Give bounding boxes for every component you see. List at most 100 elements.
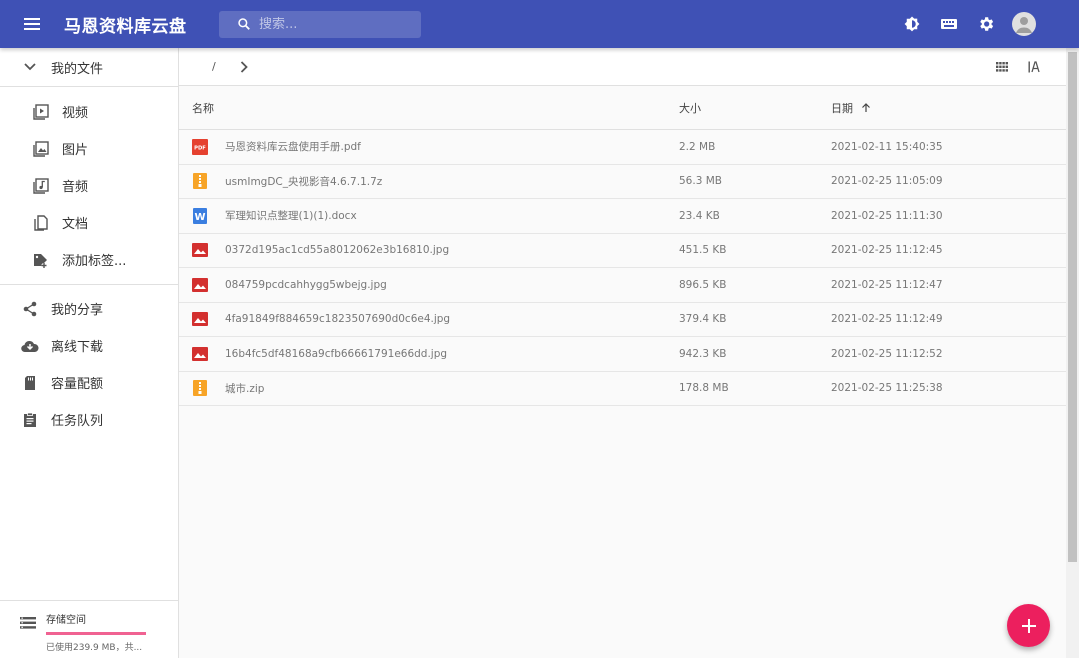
navigator-toolbar: / xyxy=(179,48,1066,86)
image-file-icon xyxy=(192,346,208,362)
column-size-header[interactable]: 大小 xyxy=(679,100,831,116)
menu-button[interactable] xyxy=(0,0,64,48)
table-row[interactable]: 0372d195ac1cd55a8012062e3b16810.jpg 451.5… xyxy=(179,234,1066,268)
storage-detail: 已使用239.9 MB，共... xyxy=(46,643,143,653)
column-date-label: 日期 xyxy=(831,101,853,115)
sort-alpha-icon xyxy=(1028,61,1040,73)
storage-title: 存储空间 xyxy=(46,615,86,626)
file-date: 2021-02-25 11:12:45 xyxy=(831,244,943,257)
file-date: 2021-02-25 11:05:09 xyxy=(831,175,943,188)
file-name: 军理知识点整理(1)(1).docx xyxy=(225,210,357,223)
audio-icon xyxy=(29,177,53,194)
sidebar-item-audio[interactable]: 音频 xyxy=(0,167,178,204)
sidebar: 我的文件 视频 图片 音频 文档 添加标签... 我的分享 离线下载 容量配额 … xyxy=(0,48,179,658)
clipboard-icon xyxy=(18,412,42,428)
table-header: 名称 大小 日期 xyxy=(179,86,1066,130)
tag-add-icon xyxy=(29,252,53,268)
table-row[interactable]: W 军理知识点整理(1)(1).docx 23.4 KB 2021-02-25 11:… xyxy=(179,199,1066,234)
file-name: 城市.zip xyxy=(225,382,265,395)
image-file-icon xyxy=(192,242,208,258)
storage-progress-bar xyxy=(46,632,146,635)
avatar xyxy=(1011,12,1036,36)
file-name-cell: PDF 马恩资料库云盘使用手册.pdf xyxy=(179,138,679,155)
search-box[interactable] xyxy=(219,10,421,38)
file-date: 2021-02-25 11:12:47 xyxy=(831,278,943,291)
file-size: 379.4 KB xyxy=(679,313,727,326)
plus-icon xyxy=(1021,618,1036,633)
sidebar-item-image[interactable]: 图片 xyxy=(0,130,178,167)
keyboard-icon xyxy=(940,19,957,29)
grid-view-button[interactable] xyxy=(986,62,1018,72)
cloud-download-icon xyxy=(18,339,42,353)
settings-button[interactable] xyxy=(967,0,1004,48)
scrollbar[interactable] xyxy=(1066,48,1079,658)
file-name-cell: 16b4fc5df48168a9cfb66661791e66dd.jpg xyxy=(179,346,679,362)
account-button[interactable] xyxy=(1004,0,1041,48)
sidebar-item-video[interactable]: 视频 xyxy=(0,93,178,130)
image-file-icon xyxy=(192,277,208,293)
video-icon xyxy=(29,103,53,120)
column-date-header[interactable]: 日期 xyxy=(831,100,1066,116)
sidebar-item-document[interactable]: 文档 xyxy=(0,204,178,241)
image-icon xyxy=(29,140,53,157)
file-date: 2021-02-25 11:25:38 xyxy=(831,382,943,395)
file-size: 178.8 MB xyxy=(679,382,729,395)
sidebar-item-offline-download[interactable]: 离线下载 xyxy=(0,327,178,364)
file-size: 2.2 MB xyxy=(679,140,716,153)
word-file-icon: W xyxy=(192,207,208,224)
chevron-right-icon[interactable] xyxy=(240,60,248,73)
sidebar-item-my-share[interactable]: 我的分享 xyxy=(0,290,178,327)
file-name: 马恩资料库云盘使用手册.pdf xyxy=(225,141,361,154)
chevron-down-icon[interactable] xyxy=(18,63,42,71)
sidebar-item-task-queue[interactable]: 任务队列 xyxy=(0,401,178,438)
file-table: 名称 大小 日期 PDF 马恩资料库云盘使用手册.pdf 2.2 MB 2021-02… xyxy=(179,86,1066,406)
file-name-cell: 084759pcdcahhygg5wbejg.jpg xyxy=(179,277,679,293)
table-row[interactable]: usmImgDC_央视影音4.6.7.1.7z 56.3 MB 2021-02-25… xyxy=(179,165,1066,199)
theme-toggle-button[interactable] xyxy=(893,0,930,48)
menu-icon xyxy=(24,18,40,30)
table-row[interactable]: 4fa91849f884659c1823507690d0c6e4.jpg 379.… xyxy=(179,303,1066,337)
sidebar-item-label: 我的文件 xyxy=(51,61,104,77)
storage-icon xyxy=(20,617,36,629)
file-name: 084759pcdcahhygg5wbejg.jpg xyxy=(225,278,387,291)
grid-view-icon xyxy=(996,62,1008,72)
sidebar-item-quota[interactable]: 容量配额 xyxy=(0,364,178,401)
add-button[interactable] xyxy=(1007,604,1050,647)
gear-icon xyxy=(979,17,993,31)
document-icon xyxy=(29,214,53,231)
sidebar-item-add-tag[interactable]: 添加标签... xyxy=(0,241,178,278)
table-body: PDF 马恩资料库云盘使用手册.pdf 2.2 MB 2021-02-11 15:40… xyxy=(179,130,1066,406)
file-name: 0372d195ac1cd55a8012062e3b16810.jpg xyxy=(225,244,450,257)
file-size: 896.5 KB xyxy=(679,278,727,291)
table-row[interactable]: 16b4fc5df48168a9cfb66661791e66dd.jpg 942.… xyxy=(179,337,1066,372)
sidebar-item-label: 我的分享 xyxy=(51,303,104,318)
archive-file-icon xyxy=(192,173,208,190)
file-date: 2021-02-25 11:12:52 xyxy=(831,347,943,360)
search-input[interactable] xyxy=(259,16,409,32)
table-row[interactable]: 城市.zip 178.8 MB 2021-02-25 11:25:38 xyxy=(179,372,1066,406)
file-name: 4fa91849f884659c1823507690d0c6e4.jpg xyxy=(225,313,451,326)
image-file-icon xyxy=(192,311,208,327)
sidebar-item-my-files[interactable]: 我的文件 xyxy=(0,48,178,86)
sidebar-item-label: 视频 xyxy=(62,106,89,121)
breadcrumb-root[interactable]: / xyxy=(212,60,216,73)
pdf-file-icon: PDF xyxy=(192,138,208,155)
sidebar-item-label: 任务队列 xyxy=(51,414,104,429)
file-name-cell: 城市.zip xyxy=(179,380,679,397)
scrollbar-thumb[interactable] xyxy=(1068,52,1077,562)
sort-button[interactable] xyxy=(1018,61,1050,73)
sidebar-item-label: 文档 xyxy=(62,217,89,232)
svg-text:W: W xyxy=(194,212,205,223)
file-size: 23.4 KB xyxy=(679,209,720,222)
table-row[interactable]: PDF 马恩资料库云盘使用手册.pdf 2.2 MB 2021-02-11 15:40… xyxy=(179,130,1066,165)
file-size: 942.3 KB xyxy=(679,347,727,360)
table-row[interactable]: 084759pcdcahhygg5wbejg.jpg 896.5 KB 2021-0… xyxy=(179,268,1066,303)
column-name-header[interactable]: 名称 xyxy=(179,100,679,116)
file-name: usmImgDC_央视影音4.6.7.1.7z xyxy=(225,175,383,188)
sidebar-item-label: 添加标签... xyxy=(62,254,127,269)
file-name-cell: 0372d195ac1cd55a8012062e3b16810.jpg xyxy=(179,242,679,258)
storage-progress-fill xyxy=(46,632,146,635)
keyboard-button[interactable] xyxy=(930,0,967,48)
storage-panel: 存储空间 已使用239.9 MB，共... xyxy=(0,600,178,658)
sidebar-item-label: 音频 xyxy=(62,180,89,195)
